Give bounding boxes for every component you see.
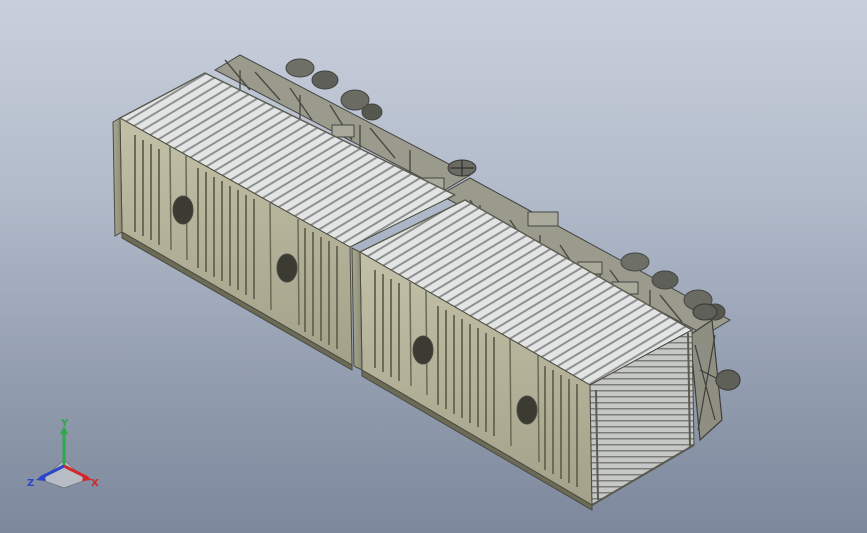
y-axis-label: Y — [60, 418, 69, 429]
porthole-2 — [276, 253, 298, 283]
porthole-3 — [412, 335, 434, 365]
porthole-1 — [172, 195, 194, 225]
x-axis-label: X — [91, 478, 99, 489]
container-right[interactable] — [351, 199, 695, 511]
porthole-4 — [516, 395, 538, 425]
coordinate-triad: Y X Z — [27, 418, 99, 489]
cad-graphics-viewport[interactable]: Y X Z — [0, 0, 867, 533]
container-assembly-model[interactable] — [0, 0, 867, 533]
z-axis-label: Z — [27, 478, 34, 489]
